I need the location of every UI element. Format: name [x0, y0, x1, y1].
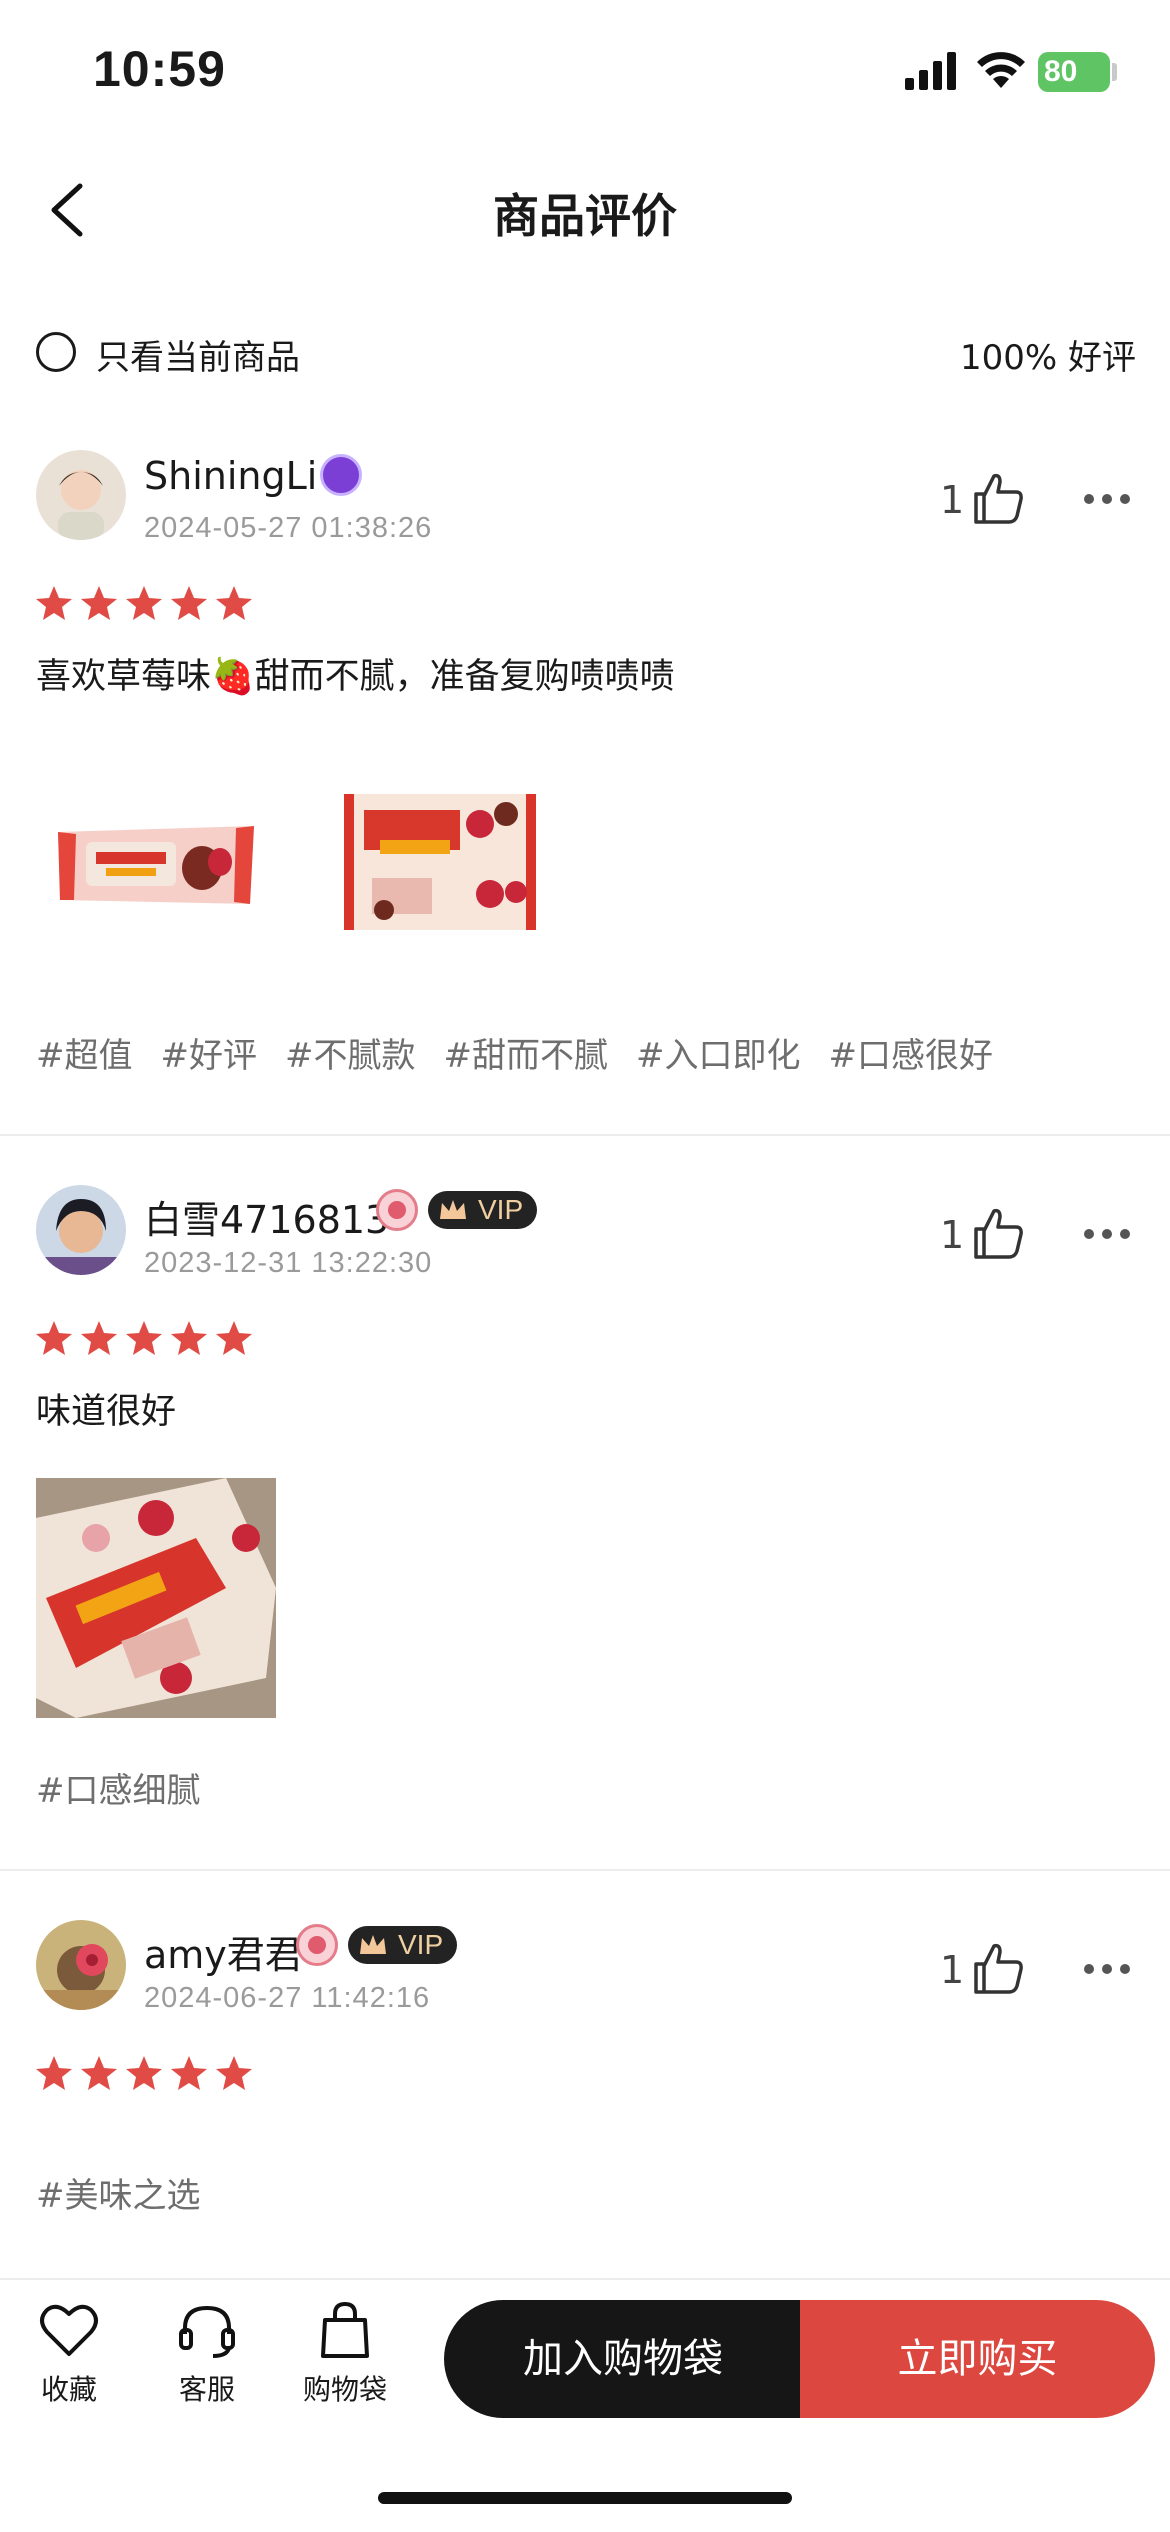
only-current-radio[interactable]	[36, 332, 76, 372]
status-bar: 10:59 80	[0, 0, 1170, 150]
favorite-button[interactable]: 收藏	[14, 2302, 124, 2442]
crown-icon	[360, 1935, 386, 1954]
divider	[0, 1134, 1170, 1136]
tag[interactable]: #超值	[36, 1036, 133, 1076]
filter-row: 只看当前商品 100% 好评	[36, 322, 1136, 382]
battery-icon: 80	[1038, 52, 1110, 92]
username: amy君君	[144, 1933, 303, 1977]
review-tags: #超值 #好评 #不腻款 #甜而不腻 #入口即化 #口感很好	[36, 1028, 1021, 1077]
tag[interactable]: #甜而不腻	[444, 1036, 609, 1076]
vip-label: VIP	[398, 1929, 444, 1960]
like-count: 1	[940, 1213, 965, 1257]
crown-icon	[440, 1200, 466, 1219]
tag[interactable]: #美味之选	[36, 2176, 201, 2216]
nav-bar: 商品评价	[0, 150, 1170, 270]
service-label: 客服	[178, 2373, 235, 2406]
rating-stars	[36, 2056, 252, 2090]
like-icon[interactable]	[970, 1940, 1026, 1996]
more-icon[interactable]	[1082, 492, 1132, 506]
username: ShiningLi	[144, 454, 318, 498]
more-icon[interactable]	[1082, 1962, 1132, 1976]
like-count: 1	[940, 1948, 965, 1992]
bag-label: 购物袋	[302, 2373, 387, 2406]
like-icon[interactable]	[970, 470, 1026, 526]
review-card: amy君君 VIP 2024-06-27 11:42:16 1 #美味之选	[0, 1920, 1170, 2250]
member-badge-icon	[376, 1189, 418, 1231]
wifi-icon	[977, 52, 1025, 88]
vip-badge: VIP	[428, 1191, 538, 1229]
avatar[interactable]	[36, 450, 126, 540]
buy-now-button[interactable]: 立即购买	[800, 2300, 1155, 2418]
divider	[0, 1869, 1170, 1871]
rating-stars	[36, 1321, 252, 1355]
username: 白雪4716813	[144, 1198, 390, 1242]
bag-icon	[321, 2302, 369, 2358]
favorite-label: 收藏	[40, 2373, 97, 2406]
review-image[interactable]	[320, 744, 560, 984]
cellular-signal-icon	[905, 52, 956, 90]
more-icon[interactable]	[1082, 1227, 1132, 1241]
vip-label: VIP	[478, 1194, 524, 1225]
like-count: 1	[940, 478, 965, 522]
tag[interactable]: #好评	[161, 1036, 258, 1076]
review-date: 2024-06-27 11:42:16	[144, 1982, 431, 2014]
tag[interactable]: #入口即化	[636, 1036, 801, 1076]
avatar[interactable]	[36, 1185, 126, 1275]
vip-badge: VIP	[348, 1926, 458, 1964]
tag[interactable]: #不腻款	[285, 1036, 416, 1076]
rating-stars	[36, 586, 252, 620]
review-card: 白雪4716813 VIP 2023-12-31 13:22:30 1 味道很好	[0, 1185, 1170, 1865]
review-tags: #口感细腻	[36, 1763, 229, 1812]
review-text: 味道很好	[36, 1392, 177, 1432]
review-card: ShiningLi 2024-05-27 01:38:26 1 喜欢草莓味🍓甜而…	[0, 450, 1170, 1134]
member-badge-icon	[320, 454, 362, 496]
home-indicator	[378, 2492, 792, 2504]
review-image[interactable]	[36, 744, 276, 984]
service-button[interactable]: 客服	[152, 2302, 262, 2442]
review-date: 2024-05-27 01:38:26	[144, 512, 433, 544]
tag[interactable]: #口感细腻	[36, 1771, 201, 1811]
add-to-bag-button[interactable]: 加入购物袋	[444, 2300, 802, 2418]
battery-level: 80	[1044, 55, 1078, 88]
status-time: 10:59	[93, 41, 226, 97]
praise-rate: 100% 好评	[959, 338, 1136, 378]
heart-icon	[40, 2304, 98, 2356]
bag-button[interactable]: 购物袋	[290, 2302, 400, 2442]
review-tags: #美味之选	[36, 2168, 229, 2217]
page-title: 商品评价	[493, 189, 677, 243]
battery-tip	[1112, 63, 1117, 81]
member-badge-icon	[296, 1924, 338, 1966]
only-current-label[interactable]: 只看当前商品	[96, 330, 300, 379]
like-icon[interactable]	[970, 1205, 1026, 1261]
review-text: 喜欢草莓味🍓甜而不腻，准备复购啧啧啧	[36, 657, 675, 697]
headset-icon	[179, 2305, 235, 2358]
review-image[interactable]	[36, 1478, 276, 1718]
avatar[interactable]	[36, 1920, 126, 2010]
review-date: 2023-12-31 13:22:30	[144, 1247, 433, 1279]
tag[interactable]: #口感很好	[829, 1036, 994, 1076]
